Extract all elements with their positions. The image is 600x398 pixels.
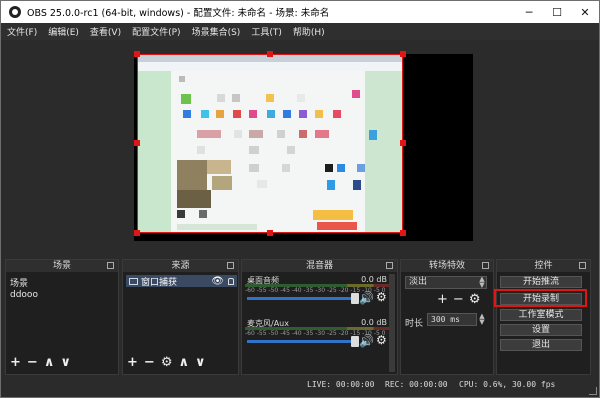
menu-file[interactable]: 文件(F) <box>7 25 37 38</box>
live-timer: LIVE: 00:00:00 <box>307 380 375 389</box>
remove-icon[interactable]: − <box>453 292 464 307</box>
resize-handle-b[interactable] <box>267 230 273 236</box>
start-streaming-button[interactable]: 开始推流 <box>500 276 582 288</box>
window-icon <box>129 277 138 285</box>
studio-mode-button[interactable]: 工作室模式 <box>500 309 582 321</box>
undock-icon[interactable] <box>482 262 489 269</box>
scene-item[interactable]: 场景 <box>10 276 28 289</box>
transitions-toolbar: + − ⚙ <box>437 292 480 307</box>
undock-icon[interactable] <box>107 262 114 269</box>
menu-tools[interactable]: 工具(T) <box>251 25 282 38</box>
slider-knob[interactable] <box>351 293 359 304</box>
window-title: OBS 25.0.0-rc1 (64-bit, windows) - 配置文件:… <box>27 8 330 19</box>
undock-icon[interactable] <box>579 262 586 269</box>
maximize-button[interactable]: ☐ <box>543 1 571 23</box>
move-up-icon[interactable]: ∧ <box>44 355 55 370</box>
exit-button[interactable]: 退出 <box>500 339 582 351</box>
rec-timer: REC: 00:00:00 <box>385 380 448 389</box>
menu-profile[interactable]: 配置文件(P) <box>132 25 180 38</box>
minimize-button[interactable]: ─ <box>515 1 543 23</box>
move-up-icon[interactable]: ∧ <box>178 355 189 370</box>
duration-label: 时长 <box>405 319 424 329</box>
undock-icon[interactable] <box>386 262 393 269</box>
scenes-dock: 场景 场景 ddooo + − ∧ ∨ <box>5 259 119 375</box>
menu-scene-collection[interactable]: 场景集合(S) <box>192 25 241 38</box>
move-down-icon[interactable]: ∨ <box>195 355 206 370</box>
scenes-toolbar: + − ∧ ∨ <box>10 355 71 370</box>
lock-icon[interactable] <box>228 277 234 285</box>
volume-slider[interactable] <box>247 336 359 347</box>
menu-view[interactable]: 查看(V) <box>90 25 121 38</box>
gear-icon[interactable]: ⚙ <box>161 355 173 370</box>
title-bar: OBS 25.0.0-rc1 (64-bit, windows) - 配置文件:… <box>1 1 599 23</box>
sources-dock-title: 来源 <box>123 260 238 272</box>
scenes-dock-title: 场景 <box>6 260 118 272</box>
menu-bar: 文件(F) 编辑(E) 查看(V) 配置文件(P) 场景集合(S) 工具(T) … <box>1 23 599 40</box>
resize-handle-bl[interactable] <box>134 230 140 236</box>
status-bar: LIVE: 00:00:00 REC: 00:00:00 CPU: 0.6%, … <box>1 375 599 397</box>
speaker-icon[interactable]: 🔊 <box>359 334 374 348</box>
transition-select[interactable]: 淡出 <box>405 276 487 289</box>
move-down-icon[interactable]: ∨ <box>60 355 71 370</box>
volume-slider[interactable] <box>247 293 359 304</box>
add-icon[interactable]: + <box>437 292 448 307</box>
selection-bounding-box[interactable] <box>137 54 403 233</box>
highlight-box <box>494 289 587 307</box>
remove-icon[interactable]: − <box>27 355 38 370</box>
mixer-dock: 混音器 桌面音频 0.0 dB -60 -55 -50 -45 -40 -35 … <box>241 259 398 375</box>
transitions-dock: 转场特效 淡出 ▲ ▼ + − ⚙ 时长 300 ms ▲ ▼ <box>400 259 494 375</box>
source-name: 窗口捕获 <box>141 277 178 288</box>
resize-handle-tl[interactable] <box>134 51 140 57</box>
settings-button[interactable]: 设置 <box>500 324 582 336</box>
mixer-scrollbar[interactable] <box>389 274 395 372</box>
obs-logo-icon <box>9 6 21 18</box>
cpu-fps: CPU: 0.6%, 30.00 fps <box>459 380 556 389</box>
scene-item[interactable]: ddooo <box>10 290 38 300</box>
duration-field[interactable]: 300 ms <box>427 313 477 326</box>
visibility-eye-icon[interactable]: 👁 <box>211 276 224 287</box>
undock-icon[interactable] <box>227 262 234 269</box>
gear-icon[interactable]: ⚙ <box>376 333 387 347</box>
add-icon[interactable]: + <box>10 355 21 370</box>
sources-toolbar: + − ⚙ ∧ ∨ <box>127 355 206 370</box>
close-button[interactable]: ✕ <box>571 1 599 23</box>
source-item[interactable]: 窗口捕获 👁 <box>126 275 237 288</box>
mixer-dock-title: 混音器 <box>242 260 397 272</box>
resize-handle-l[interactable] <box>134 140 140 146</box>
resize-grip-icon[interactable] <box>589 387 597 395</box>
gear-icon[interactable]: ⚙ <box>469 292 481 307</box>
chevron-updown-icon[interactable]: ▲ ▼ <box>477 276 487 289</box>
resize-handle-tr[interactable] <box>400 51 406 57</box>
menu-edit[interactable]: 编辑(E) <box>48 25 79 38</box>
sources-dock: 来源 窗口捕获 👁 + − ⚙ ∧ ∨ <box>122 259 239 375</box>
controls-dock: 控件 开始推流 开始录制 工作室模式 设置 退出 <box>496 259 591 375</box>
resize-handle-t[interactable] <box>267 51 273 57</box>
menu-help[interactable]: 帮助(H) <box>293 25 325 38</box>
controls-dock-title: 控件 <box>497 260 590 272</box>
channel-db: 0.0 dB <box>361 318 387 327</box>
slider-knob[interactable] <box>351 336 359 347</box>
add-icon[interactable]: + <box>127 355 138 370</box>
preview-area[interactable] <box>5 42 595 252</box>
resize-handle-br[interactable] <box>400 230 406 236</box>
obs-window: OBS 25.0.0-rc1 (64-bit, windows) - 配置文件:… <box>0 0 600 398</box>
transitions-dock-title: 转场特效 <box>401 260 493 272</box>
speaker-icon[interactable]: 🔊 <box>359 291 374 305</box>
remove-icon[interactable]: − <box>144 355 155 370</box>
duration-spinner-icon[interactable]: ▲ ▼ <box>477 313 487 326</box>
resize-handle-r[interactable] <box>400 140 406 146</box>
gear-icon[interactable]: ⚙ <box>376 290 387 304</box>
channel-db: 0.0 dB <box>361 275 387 284</box>
